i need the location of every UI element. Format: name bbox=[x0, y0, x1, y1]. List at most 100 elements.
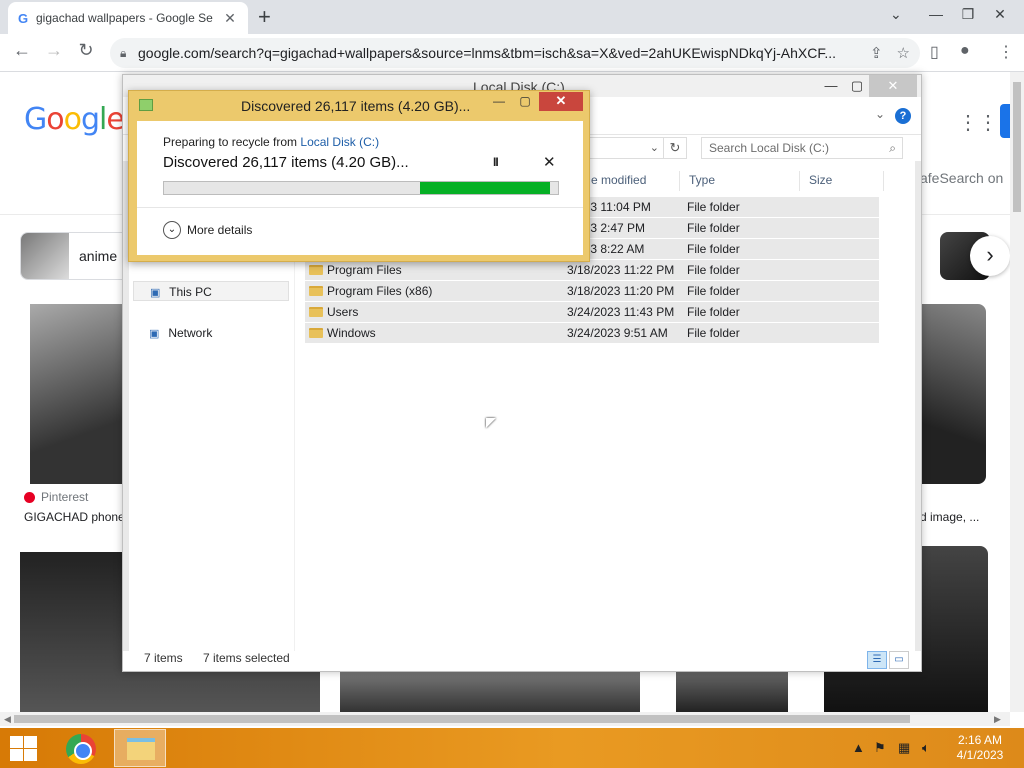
scroll-left-icon[interactable]: ◀ bbox=[4, 712, 11, 726]
file-explorer-taskbar-icon[interactable] bbox=[114, 729, 166, 767]
progress-fill bbox=[420, 182, 551, 194]
nav-item-network[interactable]: ▣ Network bbox=[133, 323, 289, 343]
restore-icon[interactable]: ❐ bbox=[952, 0, 984, 34]
column-separator[interactable] bbox=[883, 171, 884, 191]
explorer-minimize-icon[interactable]: — bbox=[817, 75, 845, 97]
forward-icon[interactable]: → bbox=[42, 40, 66, 61]
recycle-dialog-icon bbox=[139, 99, 153, 111]
browser-toolbar: ← → ↻ 🔒︎ google.com/search?q=gigachad+wa… bbox=[0, 34, 1024, 72]
file-row[interactable]: Users 3/24/2023 11:43 PM File folder bbox=[305, 302, 879, 323]
refresh-icon[interactable]: ↻ bbox=[663, 137, 687, 159]
share-icon[interactable]: ⇪ bbox=[870, 44, 883, 62]
profile-avatar-icon[interactable]: ● bbox=[960, 42, 970, 60]
explorer-close-icon[interactable]: ✕ bbox=[869, 75, 917, 97]
row-name: Program Files (x86) bbox=[327, 284, 433, 298]
status-selected-count: 7 items selected bbox=[203, 651, 290, 665]
nav-item-label: Network bbox=[168, 326, 213, 340]
horizontal-scroll-thumb[interactable] bbox=[14, 715, 910, 723]
show-hidden-icons-chevron-icon[interactable]: ▲ bbox=[852, 740, 865, 755]
tab-close-icon[interactable]: ✕ bbox=[222, 10, 238, 27]
status-item-count: 7 items bbox=[144, 651, 183, 665]
address-dropdown-chevron-icon[interactable]: ⌄ bbox=[589, 137, 663, 159]
row-modified: 3/24/2023 9:51 AM bbox=[567, 326, 668, 340]
row-type: File folder bbox=[687, 305, 740, 319]
more-details-button[interactable]: ⌄ More details bbox=[163, 221, 252, 239]
windows-start-icon[interactable] bbox=[8, 734, 38, 762]
volume-muted-icon[interactable]: 🔈︎ bbox=[922, 740, 930, 756]
window-controls: — ❐ ✕ bbox=[920, 0, 1016, 34]
back-icon[interactable]: ← bbox=[10, 40, 34, 61]
close-window-icon[interactable]: ✕ bbox=[984, 0, 1016, 34]
row-type: File folder bbox=[687, 284, 740, 298]
dialog-maximize-icon[interactable]: ▢ bbox=[512, 93, 538, 111]
side-panel-icon[interactable]: ▯ bbox=[930, 42, 939, 62]
minimize-icon[interactable]: — bbox=[920, 0, 952, 34]
scroll-right-icon[interactable]: ▶ bbox=[994, 712, 1001, 726]
row-modified: 3/24/2023 11:43 PM bbox=[567, 305, 675, 319]
pause-icon[interactable]: II bbox=[493, 155, 499, 169]
tab-search-chevron-icon[interactable]: ⌄ bbox=[890, 6, 902, 23]
related-search-chip[interactable]: anime bbox=[20, 232, 130, 280]
bookmark-star-icon[interactable]: ☆ bbox=[897, 44, 910, 62]
clock-date: 4/1/2023 bbox=[956, 748, 1004, 762]
chrome-taskbar-icon[interactable] bbox=[54, 729, 106, 767]
dialog-close-icon[interactable]: ✕ bbox=[539, 92, 583, 111]
file-row[interactable]: Windows 3/24/2023 9:51 AM File folder bbox=[305, 323, 879, 344]
address-bar[interactable]: 🔒︎ google.com/search?q=gigachad+wallpape… bbox=[110, 38, 920, 68]
help-icon[interactable]: ? bbox=[895, 108, 911, 124]
image-caption[interactable]: GIGACHAD phone bbox=[24, 510, 125, 524]
sign-in-button[interactable] bbox=[1000, 104, 1010, 138]
vertical-scroll-thumb[interactable] bbox=[1013, 82, 1021, 212]
folder-icon bbox=[309, 265, 323, 275]
google-logo[interactable]: Google bbox=[24, 102, 125, 137]
google-favicon-icon: G bbox=[18, 10, 29, 26]
image-caption[interactable]: d image, ... bbox=[920, 510, 979, 524]
source-drive-link[interactable]: Local Disk (C:) bbox=[300, 135, 379, 149]
file-row[interactable]: Program Files 3/18/2023 11:22 PM File fold… bbox=[305, 260, 879, 281]
url-text[interactable]: google.com/search?q=gigachad+wallpapers&… bbox=[138, 45, 856, 61]
taskbar-clock[interactable]: 2:16 AM 4/1/2023 bbox=[950, 733, 1010, 763]
clock-time: 2:16 AM bbox=[957, 733, 1003, 747]
nav-item-this-pc[interactable]: ▣ This PC bbox=[133, 281, 289, 301]
expand-ribbon-chevron-icon[interactable]: ⌄ bbox=[875, 107, 885, 121]
image-result[interactable] bbox=[340, 672, 640, 712]
column-size[interactable]: Size bbox=[809, 173, 832, 187]
cancel-icon[interactable]: ✕ bbox=[543, 153, 556, 171]
chevron-down-icon: ⌄ bbox=[163, 221, 181, 239]
dialog-titlebar[interactable]: Discovered 26,117 items (4.20 GB)... — ▢… bbox=[129, 91, 589, 119]
network-tray-icon[interactable]: ▦ bbox=[898, 740, 910, 756]
file-row[interactable]: Program Files (x86) 3/18/2023 11:20 PM Fil… bbox=[305, 281, 879, 302]
chip-thumbnail bbox=[21, 233, 69, 279]
horizontal-scrollbar[interactable]: ◀ ▶ bbox=[0, 712, 1010, 726]
dialog-minimize-icon[interactable]: — bbox=[486, 93, 512, 111]
column-type[interactable]: Type bbox=[689, 173, 715, 187]
image-result[interactable] bbox=[920, 304, 986, 484]
safesearch-label[interactable]: afeSearch on bbox=[920, 170, 1003, 186]
chevron-right-icon[interactable]: › bbox=[970, 236, 1010, 276]
browser-tab[interactable]: G gigachad wallpapers - Google Se ✕ bbox=[8, 2, 248, 34]
column-date-modified[interactable]: e modified bbox=[591, 173, 646, 187]
details-view-icon[interactable]: ☰ bbox=[867, 651, 887, 669]
network-icon: ▣ bbox=[149, 328, 160, 340]
action-center-flag-icon[interactable]: ⚑ bbox=[874, 740, 886, 756]
column-separator[interactable] bbox=[799, 171, 800, 191]
dialog-body: Preparing to recycle from Local Disk (C:… bbox=[137, 121, 583, 255]
image-source[interactable]: Pinterest bbox=[24, 490, 88, 504]
folder-icon bbox=[309, 286, 323, 296]
large-icons-view-icon[interactable]: ▭ bbox=[889, 651, 909, 669]
reload-icon[interactable]: ↻ bbox=[74, 40, 98, 61]
image-result[interactable] bbox=[676, 672, 788, 712]
image-result[interactable] bbox=[30, 304, 124, 484]
row-type: File folder bbox=[687, 263, 740, 277]
more-details-label: More details bbox=[187, 223, 253, 237]
column-separator[interactable] bbox=[679, 171, 680, 191]
tab-title: gigachad wallpapers - Google Se bbox=[36, 11, 213, 25]
explorer-search-input[interactable]: Search Local Disk (C:) ⌕ bbox=[701, 137, 903, 159]
new-tab-button[interactable]: + bbox=[258, 4, 271, 30]
windows-taskbar: ▲ ⚑ ▦ 🔈︎ 2:16 AM 4/1/2023 bbox=[0, 728, 1024, 768]
lock-icon[interactable]: 🔒︎ bbox=[120, 46, 138, 61]
menu-kebab-icon[interactable]: ⋮ bbox=[998, 42, 1014, 62]
pinterest-icon bbox=[24, 491, 35, 503]
explorer-maximize-icon[interactable]: ▢ bbox=[843, 75, 871, 97]
vertical-scrollbar[interactable] bbox=[1010, 72, 1024, 712]
